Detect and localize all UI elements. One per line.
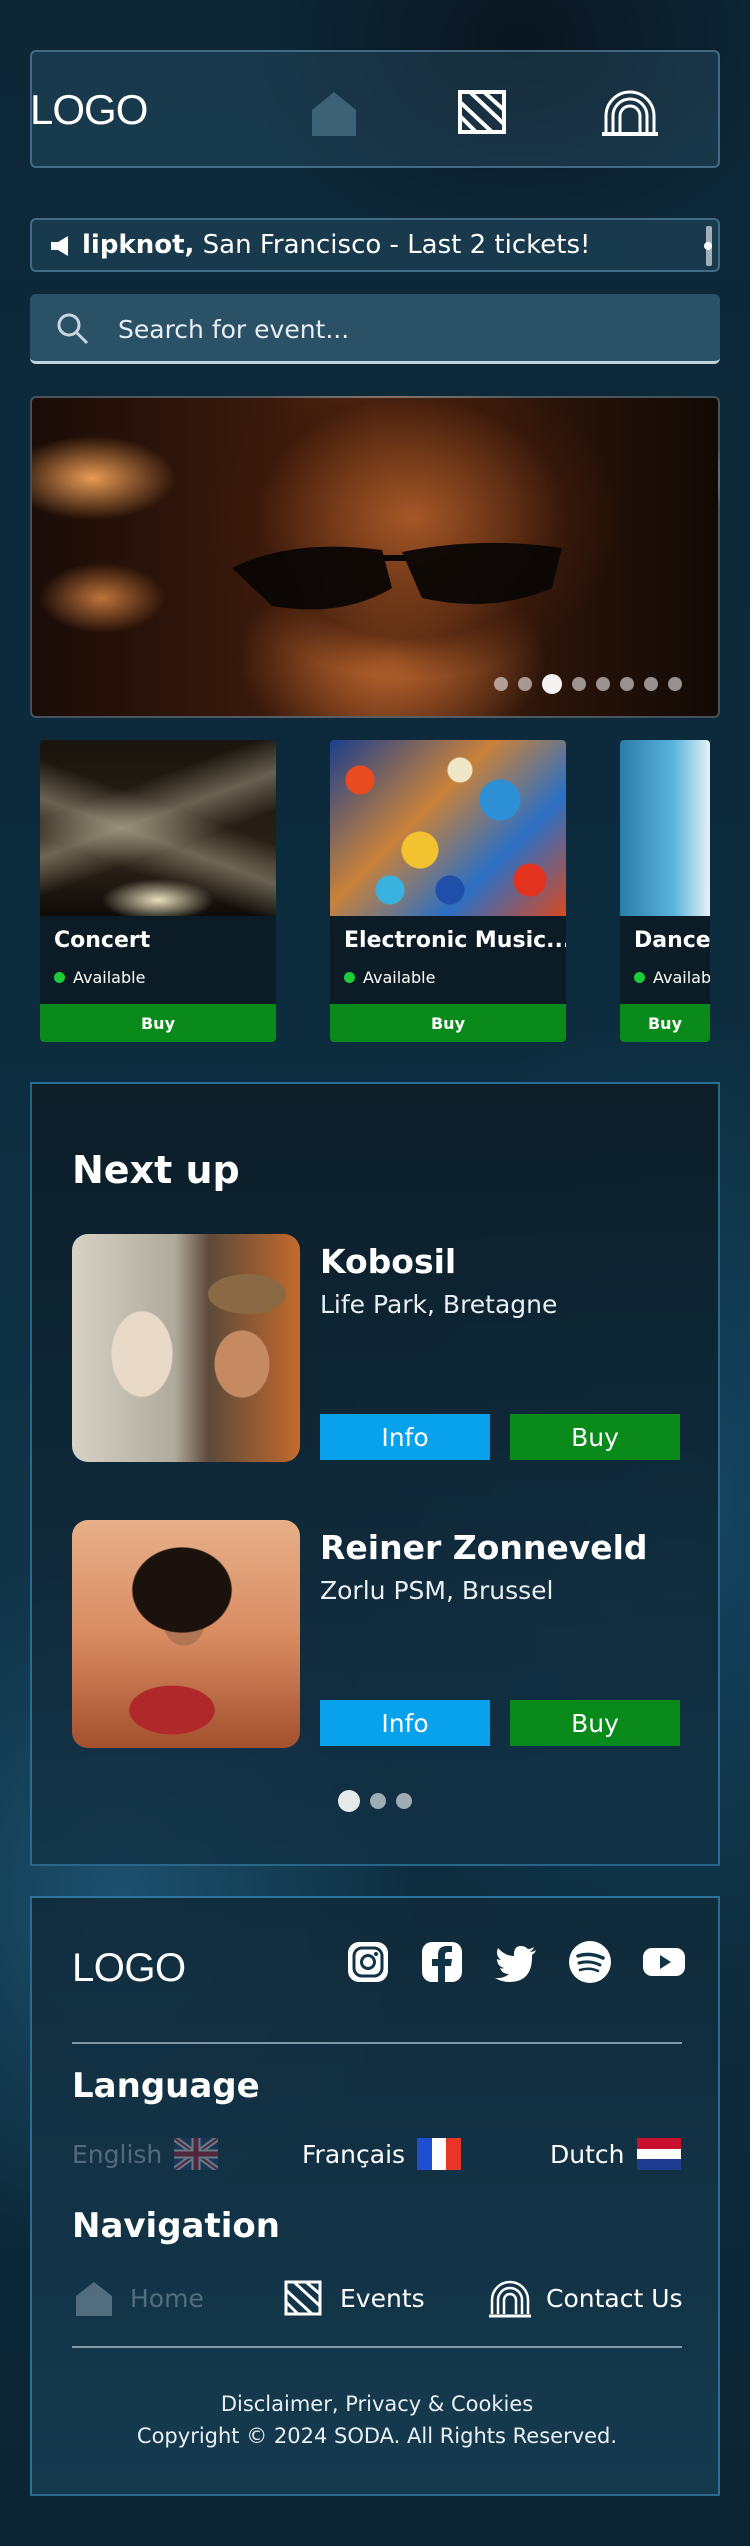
- available-dot: [54, 972, 65, 983]
- buy-button[interactable]: Buy: [40, 1004, 276, 1042]
- buy-button[interactable]: Buy: [510, 1414, 680, 1460]
- contact-icon[interactable]: [600, 82, 660, 142]
- uk-flag-icon: [174, 2138, 219, 2170]
- language-english[interactable]: English: [72, 2138, 219, 2170]
- carousel-dot[interactable]: [572, 677, 586, 691]
- header-bar: LOGO: [30, 50, 720, 168]
- event-venue: Life Park, Bretagne: [320, 1290, 558, 1319]
- category-card-dance[interactable]: Dance Available Buy: [620, 740, 710, 1042]
- pagination-dot[interactable]: [396, 1793, 412, 1809]
- concert-image: [40, 740, 276, 916]
- netherlands-flag-icon: [636, 2138, 681, 2170]
- available-dot: [634, 972, 645, 983]
- event-thumbnail[interactable]: [72, 1520, 300, 1748]
- event-name: Kobosil: [320, 1242, 457, 1281]
- hero-banner[interactable]: [30, 396, 720, 718]
- available-dot: [344, 972, 355, 983]
- category-title: Dance: [634, 928, 710, 953]
- availability-status: Available: [54, 968, 145, 987]
- youtube-icon[interactable]: [640, 1938, 688, 1986]
- instagram-icon[interactable]: [344, 1938, 392, 1986]
- category-carousel: Concert Available Buy Electronic Music..…: [0, 740, 750, 1042]
- events-icon: [282, 2276, 326, 2320]
- event-item: Reiner Zonneveld Zorlu PSM, Brussel Info…: [72, 1520, 682, 1748]
- events-icon[interactable]: [452, 82, 512, 142]
- announcement-ticker[interactable]: lipknot, San Francisco - Last 2 tickets!: [30, 218, 720, 272]
- buy-button[interactable]: Buy: [620, 1004, 710, 1042]
- social-links: [344, 1938, 688, 1986]
- carousel-dot[interactable]: [596, 677, 610, 691]
- carousel-dot[interactable]: [668, 677, 682, 691]
- electronic-image: [330, 740, 566, 916]
- contact-icon: [488, 2276, 532, 2320]
- pagination-dot[interactable]: [370, 1793, 386, 1809]
- category-card-electronic[interactable]: Electronic Music... Available Buy: [330, 740, 566, 1042]
- event-thumbnail[interactable]: [72, 1234, 300, 1462]
- navigation-heading: Navigation: [72, 2206, 280, 2246]
- twitter-icon[interactable]: [492, 1938, 540, 1986]
- category-title: Concert: [54, 928, 151, 953]
- next-up-pagination: [338, 1790, 412, 1812]
- footer: LOGO Language English Français Dutch Nav…: [30, 1896, 720, 2496]
- carousel-dot[interactable]: [542, 674, 562, 694]
- next-up-section: Next up Kobosil Life Park, Bretagne Info…: [30, 1082, 720, 1866]
- pagination-dot[interactable]: [338, 1790, 360, 1812]
- ticker-text: San Francisco - Last 2 tickets!: [202, 230, 591, 260]
- home-icon[interactable]: [304, 82, 364, 142]
- carousel-dot[interactable]: [644, 677, 658, 691]
- buy-button[interactable]: Buy: [510, 1700, 680, 1746]
- carousel-dots: [494, 674, 682, 694]
- footer-logo[interactable]: LOGO: [72, 1946, 186, 1991]
- megaphone-icon: [48, 232, 76, 260]
- event-item: Kobosil Life Park, Bretagne Info Buy: [72, 1234, 682, 1462]
- info-button[interactable]: Info: [320, 1414, 490, 1460]
- language-heading: Language: [72, 2066, 260, 2106]
- language-dutch[interactable]: Dutch: [550, 2138, 681, 2170]
- footer-divider: [72, 2346, 682, 2348]
- france-flag-icon: [417, 2138, 462, 2170]
- carousel-dot[interactable]: [494, 677, 508, 691]
- search-bar: [30, 294, 720, 364]
- footer-divider: [72, 2042, 682, 2044]
- availability-status: Available: [344, 968, 435, 987]
- section-title: Next up: [72, 1148, 240, 1192]
- ticker-content: lipknot, San Francisco - Last 2 tickets!: [48, 230, 590, 260]
- event-name: Reiner Zonneveld: [320, 1528, 648, 1567]
- availability-status: Available: [634, 968, 710, 987]
- event-venue: Zorlu PSM, Brussel: [320, 1576, 554, 1605]
- copyright-text: Copyright © 2024 SODA. All Rights Reserv…: [136, 2424, 618, 2448]
- search-icon[interactable]: [56, 312, 90, 346]
- hero-image: [232, 542, 562, 610]
- buy-button[interactable]: Buy: [330, 1004, 566, 1042]
- footer-nav-events[interactable]: Events: [282, 2276, 425, 2320]
- footer-nav-home[interactable]: Home: [72, 2276, 204, 2320]
- category-title: Electronic Music...: [344, 928, 566, 953]
- carousel-dot[interactable]: [620, 677, 634, 691]
- search-input[interactable]: [118, 306, 698, 352]
- language-french[interactable]: Français: [302, 2138, 462, 2170]
- category-card-concert[interactable]: Concert Available Buy: [40, 740, 276, 1042]
- footer-nav-contact[interactable]: Contact Us: [488, 2276, 683, 2320]
- carousel-dot[interactable]: [518, 677, 532, 691]
- info-button[interactable]: Info: [320, 1700, 490, 1746]
- spotify-icon[interactable]: [566, 1938, 614, 1986]
- legal-link[interactable]: Disclaimer, Privacy & Cookies: [32, 2392, 722, 2416]
- dance-image: [620, 740, 710, 916]
- ticker-edge: [706, 226, 712, 266]
- ticker-artist: lipknot,: [82, 230, 195, 260]
- home-icon: [72, 2276, 116, 2320]
- facebook-icon[interactable]: [418, 1938, 466, 1986]
- logo[interactable]: LOGO: [30, 86, 148, 134]
